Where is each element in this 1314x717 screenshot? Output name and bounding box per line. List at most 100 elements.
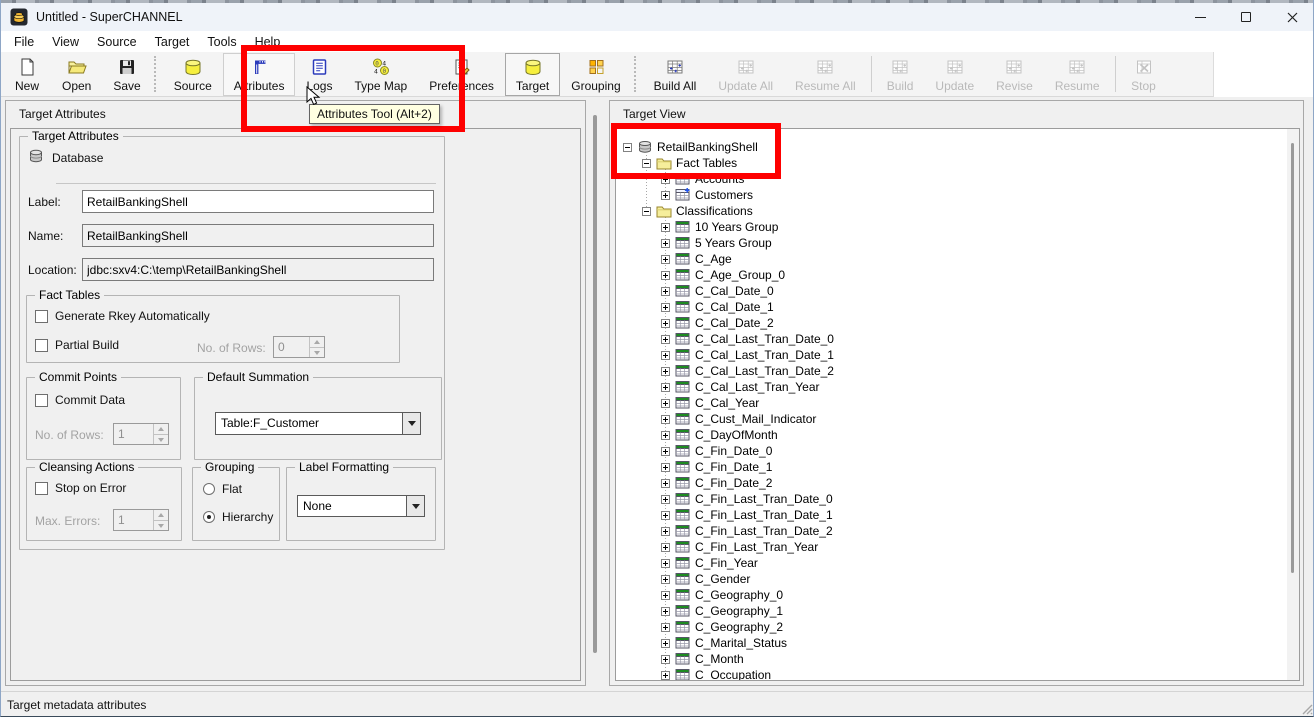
toolbar-update-all-button[interactable]: Update All — [707, 53, 784, 96]
commit-rows-spinner[interactable]: 1 — [113, 423, 169, 445]
expand-icon[interactable] — [661, 319, 670, 328]
tree-item-c-fin-last-tran-date-1[interactable]: C_Fin_Last_Tran_Date_1 — [616, 507, 1287, 523]
no-of-rows-spinner[interactable]: 0 — [273, 336, 325, 358]
tree-item-c-geography-1[interactable]: C_Geography_1 — [616, 603, 1287, 619]
expand-icon[interactable] — [661, 175, 670, 184]
expand-icon[interactable] — [661, 591, 670, 600]
expand-icon[interactable] — [661, 479, 670, 488]
partial-build-checkbox[interactable]: Partial Build — [35, 338, 119, 352]
toolbar-resume-button[interactable]: Resume — [1044, 53, 1111, 96]
commit-data-checkbox[interactable]: Commit Data — [35, 393, 125, 407]
tree-item-c-occupation[interactable]: C_Occupation — [616, 667, 1287, 681]
expand-icon[interactable] — [661, 575, 670, 584]
expand-icon[interactable] — [661, 463, 670, 472]
tree-item-c-fin-last-tran-date-2[interactable]: C_Fin_Last_Tran_Date_2 — [616, 523, 1287, 539]
tree-item-c-geography-2[interactable]: C_Geography_2 — [616, 619, 1287, 635]
max-errors-spinner[interactable]: 1 — [113, 509, 169, 531]
tree-item-c-cal-last-tran-date-0[interactable]: C_Cal_Last_Tran_Date_0 — [616, 331, 1287, 347]
expand-icon[interactable] — [661, 255, 670, 264]
tree-item-c-month[interactable]: C_Month — [616, 651, 1287, 667]
toolbar-type-map-button[interactable]: 4400Type Map — [343, 53, 418, 96]
expand-icon[interactable] — [661, 511, 670, 520]
minimize-button[interactable] — [1177, 3, 1223, 31]
expand-icon[interactable] — [661, 303, 670, 312]
tree-item-customers[interactable]: Customers — [616, 187, 1287, 203]
tree-item-c-gender[interactable]: C_Gender — [616, 571, 1287, 587]
tree-item-c-age[interactable]: C_Age — [616, 251, 1287, 267]
menu-view[interactable]: View — [43, 33, 88, 51]
expand-icon[interactable] — [661, 367, 670, 376]
tree-item-c-geography-0[interactable]: C_Geography_0 — [616, 587, 1287, 603]
menu-tools[interactable]: Tools — [198, 33, 245, 51]
tree-item-accounts[interactable]: Accounts — [616, 171, 1287, 187]
expand-icon[interactable] — [661, 639, 670, 648]
spinner-arrows[interactable] — [309, 337, 324, 357]
menu-target[interactable]: Target — [146, 33, 199, 51]
expand-icon[interactable] — [661, 383, 670, 392]
toolbar-build-button[interactable]: Build — [876, 53, 925, 96]
flat-radio[interactable]: Flat — [203, 482, 242, 496]
expand-icon[interactable] — [661, 655, 670, 664]
expand-icon[interactable] — [661, 559, 670, 568]
expand-icon[interactable] — [661, 399, 670, 408]
toolbar-resume-all-button[interactable]: Resume All — [784, 53, 867, 96]
tree-item-c-cal-year[interactable]: C_Cal_Year — [616, 395, 1287, 411]
expand-icon[interactable] — [661, 495, 670, 504]
tree-scrollbar-thumb[interactable] — [1291, 143, 1294, 573]
maximize-button[interactable] — [1223, 3, 1269, 31]
collapse-icon[interactable] — [642, 159, 651, 168]
tree-item-c-cal-date-1[interactable]: C_Cal_Date_1 — [616, 299, 1287, 315]
generate-rkey-checkbox[interactable]: Generate Rkey Automatically — [35, 309, 210, 323]
tree-item-c-cal-date-2[interactable]: C_Cal_Date_2 — [616, 315, 1287, 331]
tree-item-c-dayofmonth[interactable]: C_DayOfMonth — [616, 427, 1287, 443]
expand-icon[interactable] — [661, 271, 670, 280]
tree-scrollbar[interactable] — [1287, 129, 1299, 680]
expand-icon[interactable] — [661, 543, 670, 552]
location-input[interactable] — [82, 258, 434, 281]
tree-item-c-cal-date-0[interactable]: C_Cal_Date_0 — [616, 283, 1287, 299]
tree-item-c-age-group-0[interactable]: C_Age_Group_0 — [616, 267, 1287, 283]
tree-item-5-years-group[interactable]: 5 Years Group — [616, 235, 1287, 251]
toolbar-source-button[interactable]: Source — [163, 53, 223, 96]
tree-item-c-cal-last-tran-date-2[interactable]: C_Cal_Last_Tran_Date_2 — [616, 363, 1287, 379]
collapse-icon[interactable] — [623, 143, 632, 152]
toolbar-logs-button[interactable]: Logs — [295, 53, 343, 96]
toolbar-update-button[interactable]: Update — [924, 53, 985, 96]
tree-item-c-fin-date-1[interactable]: C_Fin_Date_1 — [616, 459, 1287, 475]
expand-icon[interactable] — [661, 607, 670, 616]
expand-icon[interactable] — [661, 351, 670, 360]
tree-item-c-fin-date-0[interactable]: C_Fin_Date_0 — [616, 443, 1287, 459]
expand-icon[interactable] — [661, 191, 670, 200]
expand-icon[interactable] — [661, 671, 670, 680]
default-summation-select[interactable]: Table:F_Customer — [215, 412, 421, 435]
label-formatting-select[interactable]: None — [297, 495, 425, 517]
tree-item-classifications[interactable]: Classifications — [616, 203, 1287, 219]
expand-icon[interactable] — [661, 223, 670, 232]
expand-icon[interactable] — [661, 527, 670, 536]
stop-on-error-checkbox[interactable]: Stop on Error — [35, 481, 126, 495]
collapse-icon[interactable] — [642, 207, 651, 216]
expand-icon[interactable] — [661, 623, 670, 632]
tree-item-fact-tables[interactable]: Fact Tables — [616, 155, 1287, 171]
tree-item-c-cal-last-tran-year[interactable]: C_Cal_Last_Tran_Year — [616, 379, 1287, 395]
resize-grip[interactable] — [1299, 701, 1313, 715]
left-panel-scrollbar[interactable] — [593, 115, 597, 653]
expand-icon[interactable] — [661, 447, 670, 456]
name-input[interactable] — [82, 224, 434, 247]
tree-item-c-cust-mail-indicator[interactable]: C_Cust_Mail_Indicator — [616, 411, 1287, 427]
dropdown-arrow-icon[interactable] — [406, 496, 424, 516]
tree-item-c-marital-status[interactable]: C_Marital_Status — [616, 635, 1287, 651]
toolbar-open-button[interactable]: Open — [51, 53, 102, 96]
expand-icon[interactable] — [661, 239, 670, 248]
tree-item-c-fin-year[interactable]: C_Fin_Year — [616, 555, 1287, 571]
spinner-arrows[interactable] — [153, 510, 168, 530]
tree-item-c-fin-date-2[interactable]: C_Fin_Date_2 — [616, 475, 1287, 491]
spinner-arrows[interactable] — [153, 424, 168, 444]
label-input[interactable] — [82, 190, 434, 213]
menu-source[interactable]: Source — [88, 33, 146, 51]
toolbar-build-all-button[interactable]: Build All — [643, 53, 708, 96]
toolbar-preferences-button[interactable]: Preferences — [418, 53, 505, 96]
expand-icon[interactable] — [661, 415, 670, 424]
toolbar-grouping-button[interactable]: Grouping — [560, 53, 631, 96]
toolbar-attributes-button[interactable]: Attributes — [223, 53, 296, 96]
